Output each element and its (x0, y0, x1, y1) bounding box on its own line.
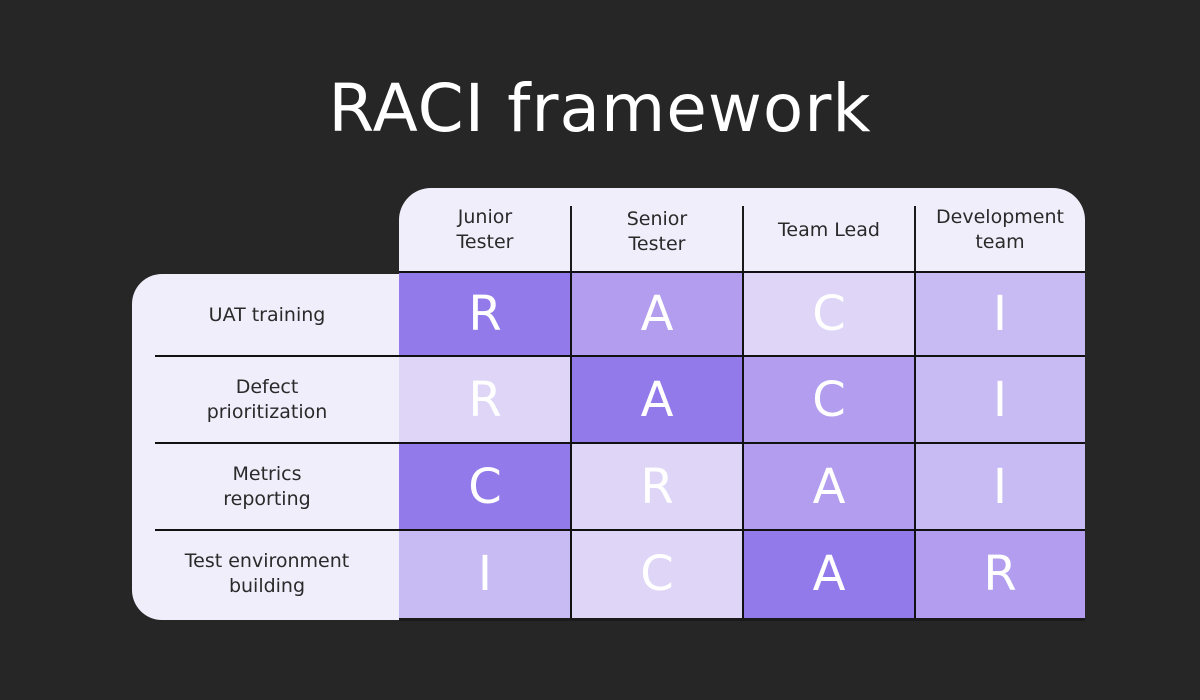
raci-cell: I (915, 356, 1085, 443)
page-title: RACI framework (328, 70, 872, 147)
column-header-line: team (975, 231, 1025, 253)
column-header-team-lead: Team Lead (743, 188, 915, 272)
row-header-line: prioritization (206, 400, 328, 423)
row-divider (155, 355, 1085, 357)
row-header-uat-training: UAT training (132, 274, 402, 356)
column-divider (742, 272, 744, 618)
row-header-line: Metrics (232, 462, 302, 485)
row-header-defect-prioritization: Defect prioritization (132, 356, 402, 443)
column-divider (914, 272, 916, 618)
column-divider (570, 272, 572, 618)
raci-cell: C (571, 530, 743, 618)
raci-cell: A (743, 443, 915, 530)
column-divider (570, 206, 572, 272)
column-header-line: Development (936, 206, 1064, 228)
column-header-line: Team Lead (778, 218, 880, 241)
column-divider (742, 206, 744, 272)
raci-cell: R (571, 443, 743, 530)
raci-cell: I (915, 272, 1085, 356)
raci-cell: A (571, 356, 743, 443)
row-header-metrics-reporting: Metrics reporting (132, 443, 402, 530)
column-header-line: Junior (457, 206, 513, 228)
row-header-line: reporting (223, 487, 311, 510)
raci-cell: I (915, 443, 1085, 530)
row-divider (155, 529, 1085, 531)
column-header-line: Tester (456, 231, 514, 253)
raci-cell: A (571, 272, 743, 356)
raci-cell: R (399, 356, 571, 443)
column-header-senior-tester: Senior Tester (571, 188, 743, 272)
column-header-line: Senior (626, 208, 688, 230)
raci-cell: C (743, 272, 915, 356)
grid-bottom-border (399, 618, 1085, 621)
column-divider (914, 206, 916, 272)
row-header-line: Defect (235, 375, 299, 398)
column-header-junior-tester: Junior Tester (399, 188, 571, 272)
raci-cell: C (399, 443, 571, 530)
row-header-line: building (228, 575, 306, 597)
column-header-line: Tester (628, 233, 686, 255)
row-header-line: UAT training (208, 303, 326, 326)
column-header-development-team: Development team (915, 188, 1085, 272)
raci-cell: A (743, 530, 915, 618)
row-header-test-environment-building: Test environment building (132, 530, 402, 618)
raci-cell: C (743, 356, 915, 443)
row-header-panel: UAT training Defect prioritization Metric… (132, 274, 410, 620)
raci-cell: I (399, 530, 571, 618)
row-header-line: Test environment (184, 550, 350, 572)
raci-cell: R (399, 272, 571, 356)
row-divider (155, 442, 1085, 444)
raci-cell: R (915, 530, 1085, 618)
column-header-panel: Junior Tester Senior Tester Team Lead Deve… (399, 188, 1085, 272)
